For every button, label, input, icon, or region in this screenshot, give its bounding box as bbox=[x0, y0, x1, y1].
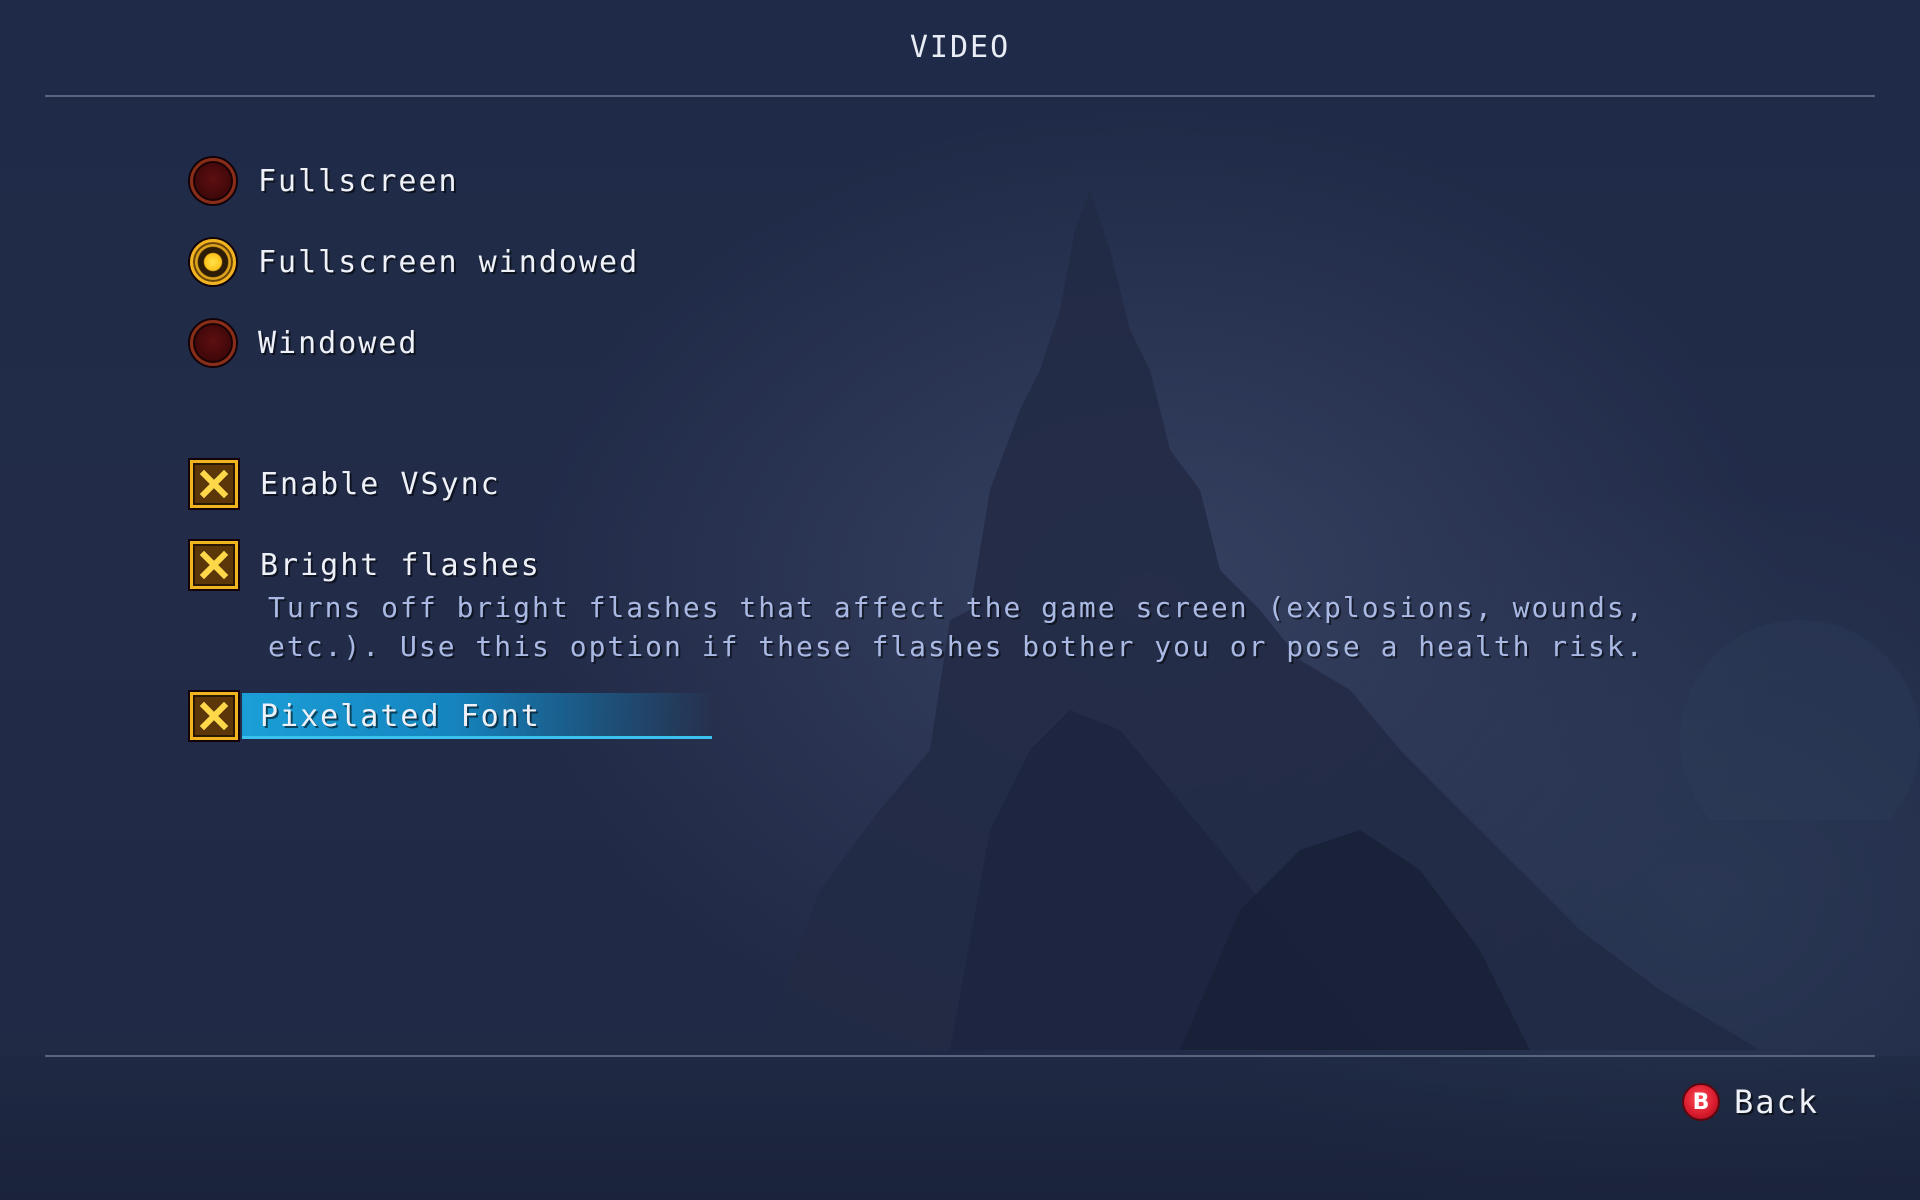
footer-divider bbox=[45, 1055, 1875, 1057]
checkbox-enable-vsync[interactable]: Enable VSync bbox=[190, 459, 501, 509]
checkbox-bright-flashes[interactable]: Bright flashes bbox=[190, 540, 541, 590]
checkbox-x-icon bbox=[190, 692, 238, 740]
back-label: Back bbox=[1734, 1083, 1820, 1121]
page-title: VIDEO bbox=[909, 30, 1011, 65]
checkbox-label: Enable VSync bbox=[260, 466, 501, 502]
b-button-icon: B bbox=[1682, 1083, 1720, 1121]
video-settings-screen: VIDEO Fullscreen Fullscreen windowed Win… bbox=[0, 0, 1920, 1200]
checkbox-x-icon bbox=[190, 460, 238, 508]
checkbox-label: Bright flashes bbox=[260, 547, 541, 583]
header-divider bbox=[45, 95, 1875, 97]
bright-flashes-description: Turns off bright flashes that affect the… bbox=[268, 591, 1645, 663]
radio-filled-icon bbox=[190, 239, 236, 285]
checkbox-x-icon bbox=[190, 541, 238, 589]
checkbox-label: Pixelated Font bbox=[260, 698, 541, 734]
radio-option-windowed[interactable]: Windowed bbox=[190, 318, 419, 368]
radio-empty-icon bbox=[190, 320, 236, 366]
back-button[interactable]: B Back bbox=[1682, 1083, 1819, 1121]
checkbox-pixelated-font[interactable]: Pixelated Font bbox=[190, 691, 712, 741]
radio-option-label: Windowed bbox=[258, 325, 419, 361]
moon-shape-background bbox=[1540, 310, 1920, 820]
radio-option-fullscreen-windowed[interactable]: Fullscreen windowed bbox=[190, 237, 639, 287]
radio-empty-icon bbox=[190, 158, 236, 204]
radio-option-label: Fullscreen bbox=[258, 163, 459, 199]
footer-band bbox=[0, 1056, 1920, 1200]
radio-option-fullscreen[interactable]: Fullscreen bbox=[190, 156, 459, 206]
radio-option-label: Fullscreen windowed bbox=[258, 244, 640, 280]
